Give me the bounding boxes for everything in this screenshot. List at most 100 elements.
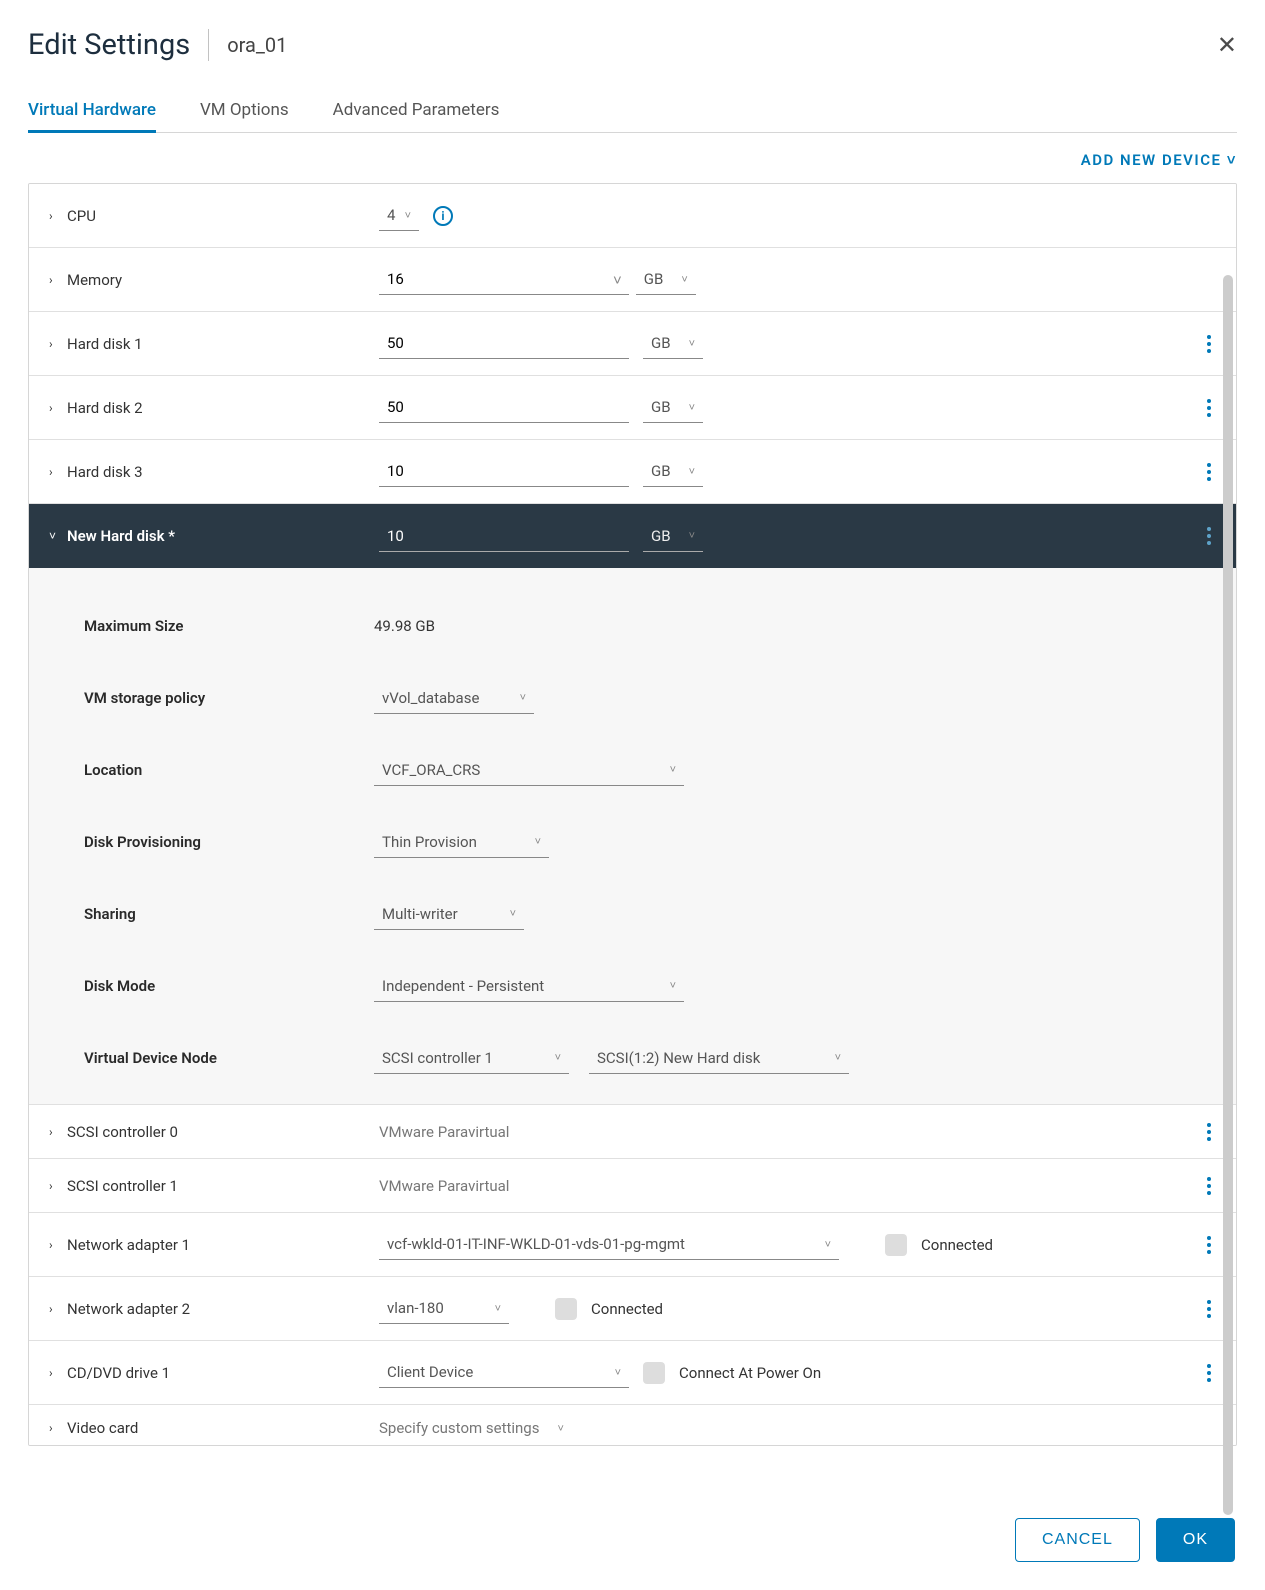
disk2-unit: GB	[651, 398, 671, 416]
disk3-unit: GB	[651, 462, 671, 480]
vdn-slot-select[interactable]: SCSI(1:2) New Hard disk ˅	[589, 1043, 849, 1074]
disk2-size-input[interactable]	[379, 392, 629, 423]
cpu-count-select[interactable]: 4 ˅	[379, 200, 419, 231]
cancel-button[interactable]: CANCEL	[1015, 1518, 1140, 1562]
provisioning-value: Thin Provision	[382, 833, 477, 851]
disk3-label: Hard disk 3	[67, 463, 143, 481]
cddvd-connect-checkbox[interactable]	[643, 1362, 665, 1384]
video-desc: Specify custom settings	[379, 1419, 539, 1437]
chevron-right-icon: ›	[49, 1238, 61, 1252]
storage-policy-value: vVol_database	[382, 689, 479, 707]
disk1-size-input[interactable]	[379, 328, 629, 359]
disk1-label: Hard disk 1	[67, 335, 143, 353]
row-hard-disk-3: › Hard disk 3 GB ˅	[29, 440, 1236, 504]
expand-cddvd[interactable]: › CD/DVD drive 1	[49, 1364, 379, 1382]
collapse-new-hard-disk[interactable]: ˅ New Hard disk *	[49, 527, 379, 545]
disk-mode-value: Independent - Persistent	[382, 977, 544, 995]
disk1-actions-menu[interactable]	[1194, 335, 1224, 353]
expand-video-card[interactable]: › Video card	[49, 1419, 379, 1437]
memory-label: Memory	[67, 271, 122, 289]
new-disk-actions-menu[interactable]	[1194, 527, 1224, 545]
chevron-down-icon: ˅	[670, 979, 676, 992]
nic1-network: vcf-wkld-01-IT-INF-WKLD-01-vds-01-pg-mgm…	[387, 1235, 685, 1253]
nic1-connected-checkbox[interactable]	[885, 1234, 907, 1256]
vdn-controller-select[interactable]: SCSI controller 1 ˅	[374, 1043, 569, 1074]
tab-bar: Virtual Hardware VM Options Advanced Par…	[28, 90, 1237, 133]
row-video-card: › Video card Specify custom settings ˅	[29, 1405, 1236, 1445]
chevron-down-icon: ˅	[510, 907, 516, 920]
video-settings-select[interactable]: Specify custom settings ˅	[379, 1419, 564, 1437]
new-disk-unit-select[interactable]: GB ˅	[643, 521, 703, 552]
scsi1-label: SCSI controller 1	[67, 1177, 178, 1195]
expand-hard-disk-2[interactable]: › Hard disk 2	[49, 399, 379, 417]
chevron-down-icon: ˅	[535, 835, 541, 848]
disk2-actions-menu[interactable]	[1194, 399, 1224, 417]
disk1-unit-select[interactable]: GB ˅	[643, 328, 703, 359]
sharing-select[interactable]: Multi-writer ˅	[374, 899, 524, 930]
dialog-title: Edit Settings	[28, 28, 190, 62]
chevron-down-icon: ˅	[681, 273, 687, 286]
nic1-actions-menu[interactable]	[1194, 1236, 1224, 1254]
tab-vm-options[interactable]: VM Options	[200, 90, 289, 133]
nic2-connected-checkbox[interactable]	[555, 1298, 577, 1320]
scsi1-actions-menu[interactable]	[1194, 1177, 1224, 1195]
new-disk-label: New Hard disk *	[67, 527, 175, 545]
provisioning-select[interactable]: Thin Provision ˅	[374, 827, 549, 858]
tab-virtual-hardware[interactable]: Virtual Hardware	[28, 90, 156, 133]
nic2-actions-menu[interactable]	[1194, 1300, 1224, 1318]
location-select[interactable]: VCF_ORA_CRS ˅	[374, 755, 684, 786]
nic1-network-select[interactable]: vcf-wkld-01-IT-INF-WKLD-01-vds-01-pg-mgm…	[379, 1229, 839, 1260]
disk3-unit-select[interactable]: GB ˅	[643, 456, 703, 487]
cddvd-actions-menu[interactable]	[1194, 1364, 1224, 1382]
cddvd-connect-label: Connect At Power On	[679, 1364, 821, 1382]
close-icon[interactable]: ✕	[1217, 31, 1237, 59]
memory-unit-select[interactable]: GB ˅	[636, 264, 696, 295]
chevron-down-icon: ˅	[495, 1302, 501, 1315]
disk-mode-select[interactable]: Independent - Persistent ˅	[374, 971, 684, 1002]
expand-memory[interactable]: › Memory	[49, 271, 379, 289]
expand-hard-disk-1[interactable]: › Hard disk 1	[49, 335, 379, 353]
row-hard-disk-2: › Hard disk 2 GB ˅	[29, 376, 1236, 440]
disk2-label: Hard disk 2	[67, 399, 143, 417]
cddvd-device-select[interactable]: Client Device ˅	[379, 1357, 629, 1388]
chevron-right-icon: ›	[49, 1302, 61, 1316]
tab-advanced-parameters[interactable]: Advanced Parameters	[333, 90, 500, 133]
add-new-device-button[interactable]: ADD NEW DEVICE ˅	[1081, 151, 1237, 169]
scrollbar[interactable]	[1223, 275, 1233, 1515]
chevron-down-icon: ˅	[613, 271, 622, 289]
chevron-down-icon: ˅	[689, 465, 695, 478]
expand-cpu[interactable]: › CPU	[49, 207, 379, 225]
sharing-value: Multi-writer	[382, 905, 458, 923]
chevron-down-icon: ˅	[825, 1238, 831, 1251]
disk3-size-input[interactable]	[379, 456, 629, 487]
scsi0-actions-menu[interactable]	[1194, 1123, 1224, 1141]
ok-button[interactable]: OK	[1156, 1518, 1235, 1562]
storage-policy-select[interactable]: vVol_database ˅	[374, 683, 534, 714]
expand-nic-2[interactable]: › Network adapter 2	[49, 1300, 379, 1318]
new-disk-size-input[interactable]	[379, 521, 629, 552]
expand-nic-1[interactable]: › Network adapter 1	[49, 1236, 379, 1254]
chevron-down-icon: ˅	[670, 763, 676, 776]
add-device-label: ADD NEW DEVICE	[1081, 151, 1222, 169]
chevron-down-icon: ˅	[555, 1051, 561, 1064]
cpu-value: 4	[387, 206, 395, 224]
disk3-actions-menu[interactable]	[1194, 463, 1224, 481]
expand-hard-disk-3[interactable]: › Hard disk 3	[49, 463, 379, 481]
memory-input[interactable]	[379, 264, 629, 295]
chevron-down-icon: ˅	[835, 1051, 841, 1064]
disk1-unit: GB	[651, 334, 671, 352]
expand-scsi-0[interactable]: › SCSI controller 0	[49, 1123, 379, 1141]
chevron-down-icon: ˅	[689, 529, 695, 542]
vdn-slot-value: SCSI(1:2) New Hard disk	[597, 1049, 760, 1067]
disk-mode-label: Disk Mode	[84, 977, 374, 995]
nic2-network-select[interactable]: vlan-180 ˅	[379, 1293, 509, 1324]
divider	[208, 29, 209, 61]
nic1-connected-label: Connected	[921, 1236, 993, 1254]
chevron-right-icon: ›	[49, 337, 61, 351]
cpu-label: CPU	[67, 207, 96, 225]
disk2-unit-select[interactable]: GB ˅	[643, 392, 703, 423]
chevron-down-icon: ˅	[1227, 151, 1237, 169]
info-icon[interactable]: i	[433, 206, 453, 226]
chevron-down-icon: ˅	[557, 1422, 563, 1435]
expand-scsi-1[interactable]: › SCSI controller 1	[49, 1177, 379, 1195]
